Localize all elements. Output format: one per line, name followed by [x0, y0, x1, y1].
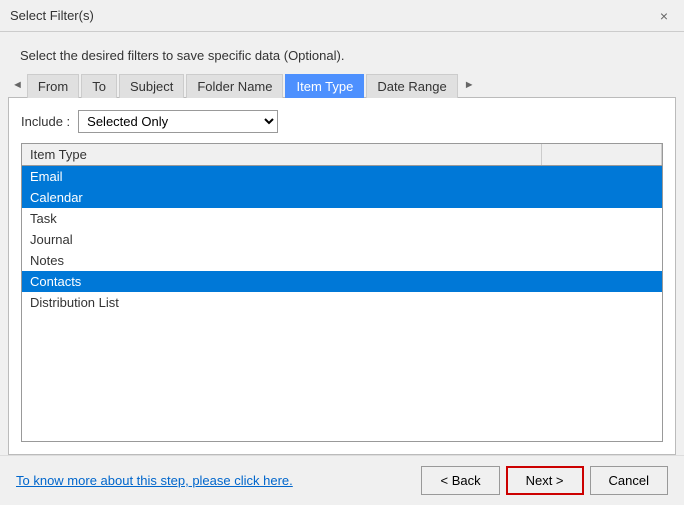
item-type-list[interactable]: Item Type Email Calendar Task Journal No… — [21, 143, 663, 442]
help-link[interactable]: To know more about this step, please cli… — [16, 473, 293, 488]
tab-to[interactable]: To — [81, 74, 117, 98]
list-header-col2 — [542, 144, 662, 165]
include-row: Include : Selected Only All None — [21, 110, 663, 133]
tab-item-type[interactable]: Item Type — [285, 74, 364, 98]
title-bar: Select Filter(s) × — [0, 0, 684, 32]
close-button[interactable]: × — [654, 6, 674, 26]
list-item[interactable]: Contacts — [22, 271, 662, 292]
list-item[interactable]: Task — [22, 208, 662, 229]
footer-buttons: < Back Next > Cancel — [421, 466, 668, 495]
back-button[interactable]: < Back — [421, 466, 499, 495]
next-button[interactable]: Next > — [506, 466, 584, 495]
tab-subject[interactable]: Subject — [119, 74, 184, 98]
dialog-title: Select Filter(s) — [10, 8, 94, 23]
list-item[interactable]: Calendar — [22, 187, 662, 208]
footer: To know more about this step, please cli… — [0, 455, 684, 505]
tab-container: ◄ From To Subject Folder Name Item Type … — [0, 73, 684, 97]
content-panel: Include : Selected Only All None Item Ty… — [8, 97, 676, 455]
list-item[interactable]: Email — [22, 166, 662, 187]
tab-right-arrow[interactable]: ► — [460, 79, 479, 91]
dialog-body: Select the desired filters to save speci… — [0, 32, 684, 505]
list-item[interactable]: Notes — [22, 250, 662, 271]
list-item[interactable]: Journal — [22, 229, 662, 250]
tabs: From To Subject Folder Name Item Type Da… — [27, 73, 460, 97]
list-item[interactable]: Distribution List — [22, 292, 662, 313]
list-header-item-type: Item Type — [22, 144, 542, 165]
tab-folder-name[interactable]: Folder Name — [186, 74, 283, 98]
list-header: Item Type — [22, 144, 662, 166]
list-items: Email Calendar Task Journal Notes Contac… — [22, 166, 662, 313]
description-text: Select the desired filters to save speci… — [0, 32, 684, 73]
include-select[interactable]: Selected Only All None — [78, 110, 278, 133]
cancel-button[interactable]: Cancel — [590, 466, 668, 495]
tab-from[interactable]: From — [27, 74, 79, 98]
include-label: Include : — [21, 114, 70, 129]
tab-left-arrow[interactable]: ◄ — [8, 79, 27, 91]
tab-date-range[interactable]: Date Range — [366, 74, 457, 98]
